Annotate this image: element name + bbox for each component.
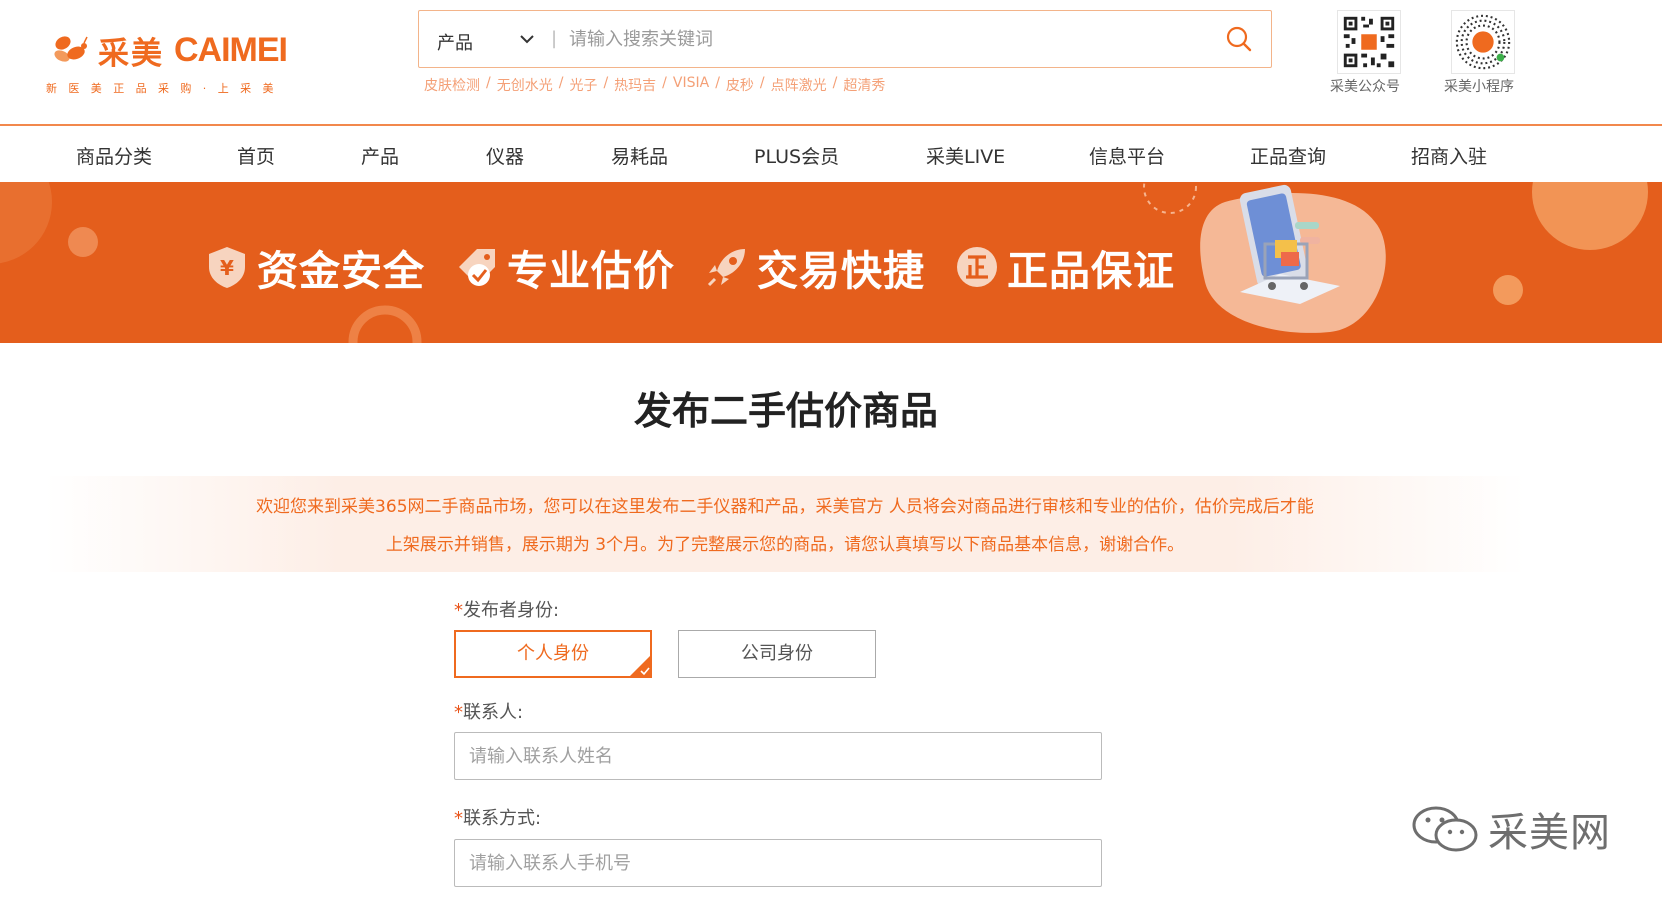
hot-link[interactable]: 点阵激光	[771, 75, 827, 95]
page-title: 发布二手估价商品	[633, 389, 938, 433]
contact-label-text: 联系人:	[463, 702, 524, 723]
personal-identity-label: 个人身份	[517, 643, 589, 664]
hot-link-separator: /	[486, 75, 491, 91]
logo-slogan: 新医美正品采购·上采美	[46, 82, 285, 95]
main-nav: 商品分类 首页 产品 仪器 易耗品 PLUS会员 采美LIVE 信息平台 正品查…	[0, 126, 1662, 182]
shield-yen-icon: ¥	[209, 247, 245, 288]
search-bar: 产品 |	[418, 10, 1272, 68]
company-identity-button[interactable]: 公司身份	[678, 630, 876, 678]
personal-identity-button[interactable]: 个人身份	[454, 630, 652, 678]
required-mark: *	[454, 600, 463, 621]
nav-item-caimei-live[interactable]: 采美LIVE	[926, 142, 1005, 169]
logo-chinese-text: 采美	[98, 36, 164, 72]
authentic-badge-icon	[957, 247, 997, 287]
nav-item-plus-member[interactable]: PLUS会员	[754, 142, 839, 169]
feature-fast-transaction: 交易快捷	[705, 237, 925, 297]
identity-label-text: 发布者身份:	[463, 600, 560, 621]
logo-main: 采美 CAIMEI	[50, 28, 288, 73]
notice-box: 欢迎您来到采美365网二手商品市场，您可以在这里发布二手仪器和产品，采美官方 人…	[45, 476, 1525, 572]
caimei-logo[interactable]: 采美 CAIMEI 新医美正品采购·上采美	[46, 28, 320, 98]
nav-item-home[interactable]: 首页	[237, 142, 275, 169]
nav-item-info-platform[interactable]: 信息平台	[1089, 142, 1165, 169]
nav-item-authenticity-check[interactable]: 正品查询	[1250, 142, 1326, 169]
nav-item-categories[interactable]: 商品分类	[76, 142, 152, 169]
notice-line-1: 欢迎您来到采美365网二手商品市场，您可以在这里发布二手仪器和产品，采美官方 人…	[256, 497, 1314, 517]
hot-link-separator: /	[603, 75, 609, 91]
hot-search-links: 皮肤检测 / 无创水光 / 光子 / 热玛吉 / VISIA / 皮秒 / 点阵激光 / 超清…	[424, 75, 885, 95]
hot-link[interactable]: 热玛吉	[614, 75, 656, 95]
mini-program-qr-code[interactable]	[1451, 10, 1515, 74]
selected-corner-icon	[628, 654, 652, 678]
required-mark: *	[454, 808, 463, 829]
hot-link[interactable]: 超清秀	[843, 75, 885, 95]
price-tag-check-icon	[459, 249, 495, 286]
hot-link[interactable]: VISIA	[673, 75, 709, 95]
rocket-icon	[707, 249, 745, 287]
contact-name-input[interactable]	[454, 732, 1102, 780]
bee-logo-icon	[54, 35, 88, 62]
search-icon[interactable]	[1225, 25, 1253, 53]
feature-text: 专业估价	[507, 247, 675, 295]
hot-link-separator: /	[558, 75, 564, 91]
hot-link[interactable]: 皮秒	[726, 75, 754, 95]
required-mark: *	[454, 702, 463, 723]
company-identity-label: 公司身份	[741, 643, 813, 664]
mini-program-label: 采美小程序	[1444, 79, 1514, 95]
hot-link-separator: /	[832, 75, 838, 91]
wechat-official-account-qr-code[interactable]	[1337, 10, 1401, 74]
svg-text:¥: ¥	[220, 256, 234, 280]
phone-label: *联系方式:	[454, 804, 541, 830]
official-account-label: 采美公众号	[1330, 79, 1400, 95]
search-input[interactable]	[569, 22, 1189, 56]
nav-item-instruments[interactable]: 仪器	[486, 142, 524, 169]
logo-english-text: CAIMEI	[174, 31, 288, 69]
hot-link-separator: /	[662, 75, 667, 91]
feature-text: 资金安全	[257, 247, 425, 295]
nav-item-merchant-join[interactable]: 招商入驻	[1411, 142, 1487, 169]
contact-label: *联系人:	[454, 698, 523, 724]
contact-phone-input[interactable]	[454, 839, 1102, 887]
hot-link[interactable]: 皮肤检测	[424, 75, 480, 95]
notice-line-2: 上架展示并销售，展示期为 3个月。为了完整展示您的商品，请您认真填写以下商品基本…	[385, 535, 1185, 555]
search-divider: |	[551, 28, 558, 49]
identity-label: *发布者身份:	[454, 596, 559, 622]
site-header: 采美 CAIMEI 新医美正品采购·上采美 产品 | 皮肤检测 / 无创水光 / 光…	[0, 0, 1662, 124]
search-category-select[interactable]: 产品	[437, 29, 473, 55]
feature-pro-valuation: 专业估价	[455, 237, 675, 297]
promo-banner: ¥ 资金安全 专业估价 交易快捷 正品保证	[0, 182, 1662, 343]
feature-text: 正品保证	[1007, 247, 1175, 295]
feature-text: 交易快捷	[757, 247, 925, 295]
nav-item-products[interactable]: 产品	[361, 142, 399, 169]
wechat-watermark: 采美网	[1410, 800, 1611, 858]
phone-label-text: 联系方式:	[463, 808, 542, 829]
nav-item-consumables[interactable]: 易耗品	[611, 142, 668, 169]
wechat-icon	[1412, 806, 1478, 852]
feature-fund-safety: ¥ 资金安全	[205, 237, 425, 297]
hot-link[interactable]: 无创水光	[497, 75, 553, 95]
hot-link-separator: /	[715, 75, 720, 91]
hot-link-separator: /	[759, 75, 765, 91]
chevron-down-icon[interactable]	[519, 33, 535, 45]
feature-authentic-guarantee: 正品保证	[955, 237, 1175, 297]
hot-link[interactable]: 光子	[569, 75, 597, 95]
watermark-text: 采美网	[1488, 810, 1611, 856]
